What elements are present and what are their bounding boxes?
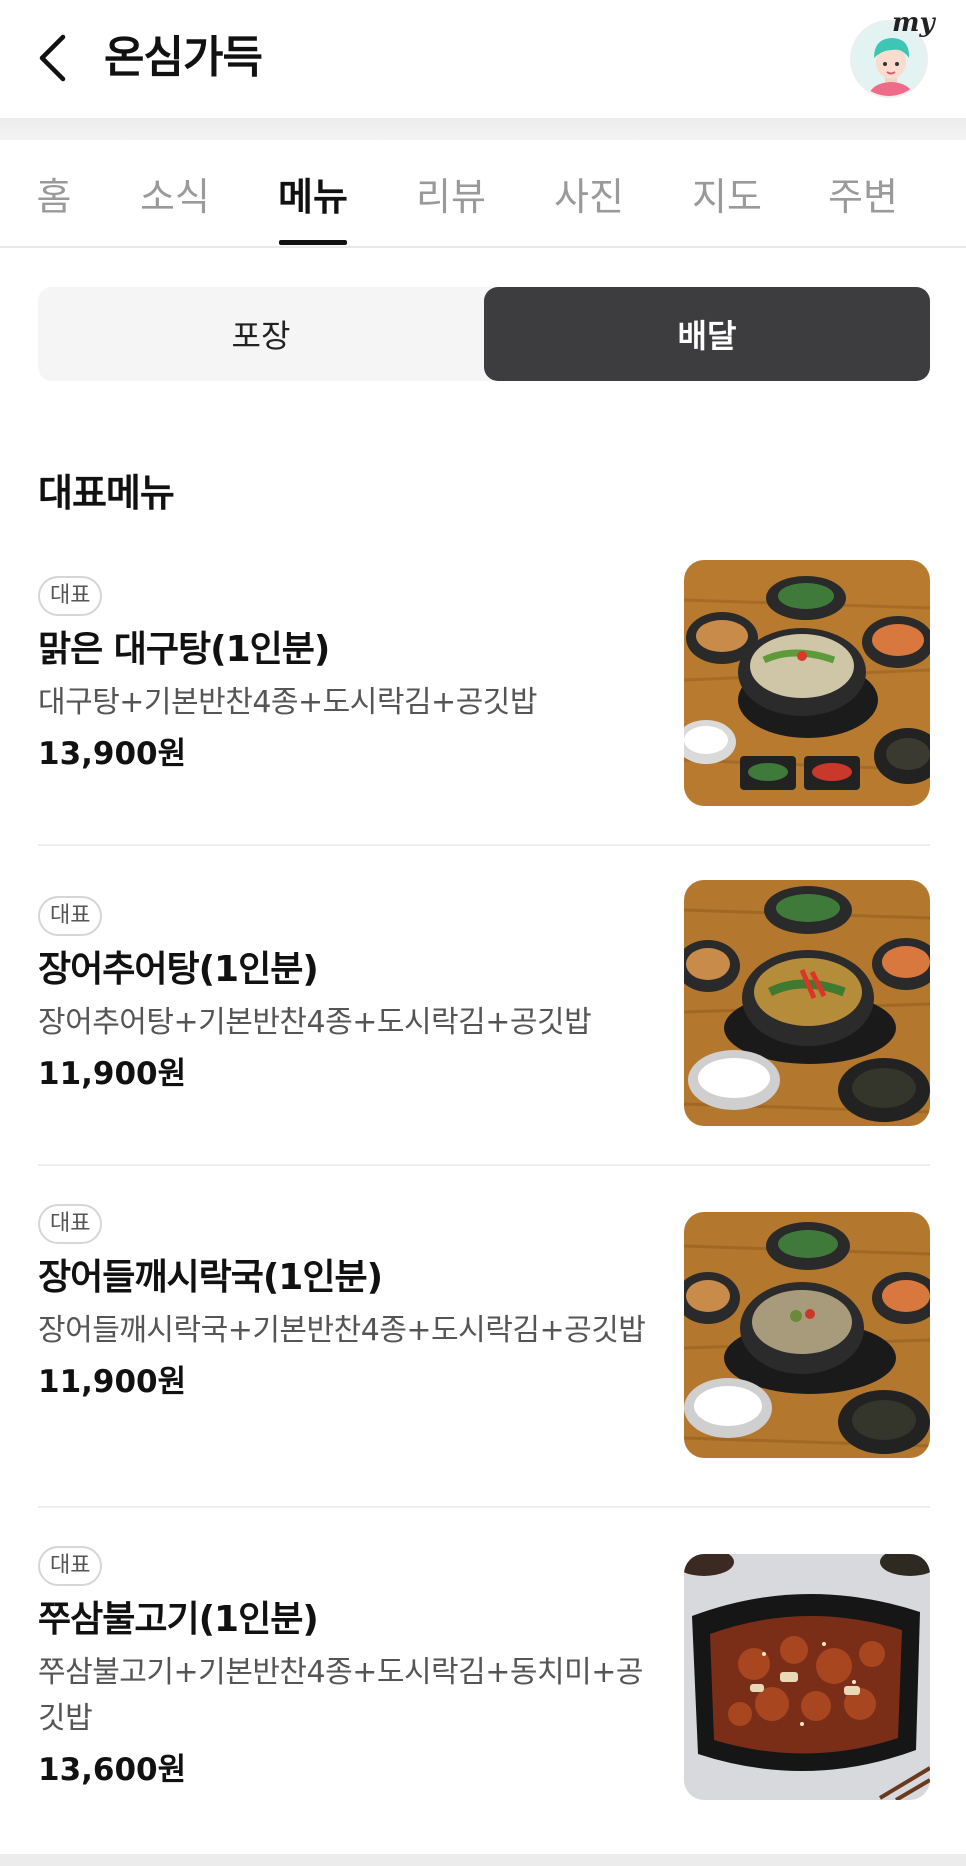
page-title: 온심가득 bbox=[104, 32, 263, 83]
menu-item-description: 장어들깨시락국+기본반찬4종+도시락김+공깃밥 bbox=[38, 1313, 646, 1348]
tab-photos[interactable]: 사진 bbox=[544, 140, 634, 246]
signature-badge: 대표 bbox=[38, 896, 103, 936]
active-tab-indicator bbox=[279, 240, 347, 245]
menu-item-photo bbox=[684, 1212, 930, 1458]
divider bbox=[38, 1506, 930, 1508]
app-header: 온심가득 my bbox=[0, 0, 966, 118]
header-divider bbox=[0, 118, 966, 140]
menu-item[interactable]: 대표 장어추어탕(1인분) 장어추어탕+기본반찬4종+도시락김+공깃밥 11,9… bbox=[38, 880, 930, 1142]
tab-menu[interactable]: 메뉴 bbox=[268, 140, 358, 246]
delivery-button[interactable]: 배달 bbox=[484, 287, 930, 381]
divider bbox=[38, 1164, 930, 1166]
signature-badge: 대표 bbox=[38, 1546, 103, 1586]
takeout-button[interactable]: 포장 bbox=[38, 287, 484, 381]
avatar-my-label: my bbox=[892, 8, 935, 38]
section-title: 대표메뉴 bbox=[38, 471, 175, 515]
signature-badge: 대표 bbox=[38, 1204, 103, 1244]
bottom-edge bbox=[0, 1854, 966, 1866]
tab-news[interactable]: 소식 bbox=[130, 140, 220, 246]
menu-item[interactable]: 대표 쭈삼불고기(1인분) 쭈삼불고기+기본반찬4종+도시락김+동치미+공깃밥 … bbox=[38, 1546, 930, 1836]
tab-bar: 홈 소식 메뉴 리뷰 사진 지도 주변 bbox=[0, 140, 966, 248]
tab-map[interactable]: 지도 bbox=[682, 140, 772, 246]
tab-nearby[interactable]: 주변 bbox=[818, 140, 908, 246]
back-button[interactable] bbox=[30, 30, 74, 86]
menu-item[interactable]: 대표 장어들깨시락국(1인분) 장어들깨시락국+기본반찬4종+도시락김+공깃밥 … bbox=[38, 1204, 930, 1494]
tab-reviews[interactable]: 리뷰 bbox=[406, 140, 496, 246]
tab-home[interactable]: 홈 bbox=[18, 140, 90, 246]
order-type-toggle: 포장 배달 bbox=[38, 287, 930, 381]
menu-item-description: 쭈삼불고기+기본반찬4종+도시락김+동치미+공깃밥 bbox=[38, 1655, 643, 1736]
menu-item[interactable]: 대표 맑은 대구탕(1인분) 대구탕+기본반찬4종+도시락김+공깃밥 13,90… bbox=[38, 560, 930, 822]
menu-item-description: 장어추어탕+기본반찬4종+도시락김+공깃밥 bbox=[38, 1005, 592, 1040]
signature-badge: 대표 bbox=[38, 576, 103, 616]
menu-item-description: 대구탕+기본반찬4종+도시락김+공깃밥 bbox=[38, 685, 538, 720]
menu-item-photo bbox=[684, 880, 930, 1126]
menu-item-photo bbox=[684, 560, 930, 806]
menu-item-photo bbox=[684, 1554, 930, 1800]
divider bbox=[38, 844, 930, 846]
chevron-left-icon bbox=[39, 34, 66, 82]
